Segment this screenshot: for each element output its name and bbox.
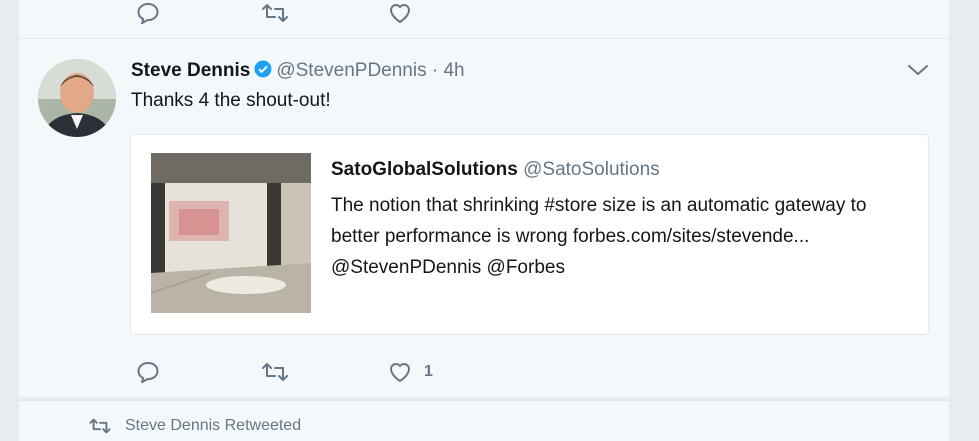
next-tweet-card: Steve Dennis Retweeted [18, 400, 950, 441]
avatar[interactable] [38, 59, 116, 137]
display-name[interactable]: Steve Dennis [131, 60, 250, 81]
retweet-icon [262, 363, 288, 381]
like-icon [390, 363, 410, 382]
retweet-icon [89, 418, 111, 434]
quoted-tweet-header: SatoGlobalSolutions @SatoSolutions [331, 159, 660, 181]
previous-tweet-card [18, 0, 950, 39]
like-button[interactable]: 1 [388, 361, 433, 383]
like-button[interactable] [388, 2, 412, 24]
quoted-user-handle: @SatoSolutions [523, 159, 660, 180]
tweet-text: Thanks 4 the shout-out! [131, 90, 331, 111]
retweet-context: Steve Dennis Retweeted [89, 417, 301, 435]
separator-dot: · [431, 60, 439, 81]
reply-icon [137, 361, 159, 383]
quoted-tweet[interactable]: SatoGlobalSolutions @SatoSolutions The n… [130, 134, 929, 335]
user-handle[interactable]: @StevenPDennis [276, 60, 426, 81]
like-count: 1 [424, 363, 433, 380]
avatar-image [38, 59, 116, 137]
retweet-icon [262, 4, 288, 22]
verified-badge-icon [254, 60, 272, 84]
reply-icon [137, 2, 159, 24]
retweet-button[interactable] [262, 3, 288, 23]
timestamp[interactable]: 4h [443, 60, 464, 81]
tweet-card[interactable]: Steve Dennis @StevenPDennis · 4h Thanks 4… [18, 39, 950, 397]
quoted-tweet-text: The notion that shrinking #store size is… [331, 195, 867, 278]
reply-button[interactable] [136, 2, 160, 24]
retweet-context-text[interactable]: Steve Dennis Retweeted [125, 417, 301, 435]
quoted-tweet-image [151, 153, 311, 313]
reply-button[interactable] [136, 361, 160, 383]
chevron-down-icon [908, 65, 928, 75]
quoted-display-name: SatoGlobalSolutions [331, 159, 518, 180]
tweet-menu-button[interactable] [907, 63, 929, 82]
like-icon [390, 4, 410, 23]
retweet-button[interactable] [262, 362, 288, 382]
tweet-header: Steve Dennis @StevenPDennis · 4h [131, 60, 465, 84]
